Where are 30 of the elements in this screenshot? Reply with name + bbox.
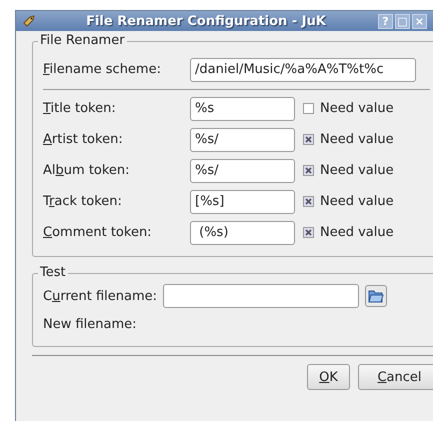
field-label: Filename scheme: <box>43 62 162 77</box>
input-field[interactable] <box>163 284 360 308</box>
need-value-checkbox[interactable]: Need value <box>303 225 394 240</box>
field-label: Artist token: <box>43 132 124 147</box>
input-field[interactable]: %s/ <box>190 128 295 152</box>
field-label: Comment token: <box>43 225 153 240</box>
cross-icon <box>305 136 312 143</box>
window-title: File Renamer Configuration - JuK <box>85 14 328 28</box>
cross-icon <box>305 198 312 205</box>
input-field[interactable]: %s <box>190 96 295 120</box>
input-field[interactable]: (%s) <box>190 220 295 244</box>
input-field[interactable]: [%s] <box>190 190 295 214</box>
cancel-button[interactable]: Cancel <box>358 364 433 390</box>
field-label: Current filename: <box>43 288 158 304</box>
need-value-checkbox[interactable]: Need value <box>303 132 394 147</box>
input-field[interactable]: %s/ <box>190 158 295 182</box>
input-field[interactable]: /daniel/Music/%a%A%T%t%c <box>190 58 416 82</box>
field-label: Track token: <box>43 194 123 209</box>
field-label: New filename: <box>43 316 137 332</box>
folder-button[interactable] <box>365 285 388 307</box>
field-label: Title token: <box>43 101 117 116</box>
need-value-checkbox[interactable]: Need value <box>303 163 394 178</box>
ok-button[interactable]: OK <box>307 364 350 390</box>
cross-icon <box>305 229 312 236</box>
cross-icon <box>305 167 312 174</box>
folder-icon <box>368 289 384 303</box>
field-label: Album token: <box>43 163 131 178</box>
tag-icon <box>22 14 36 28</box>
need-value-checkbox[interactable]: Need value <box>303 194 394 209</box>
need-value-checkbox[interactable]: Need value <box>303 101 394 116</box>
